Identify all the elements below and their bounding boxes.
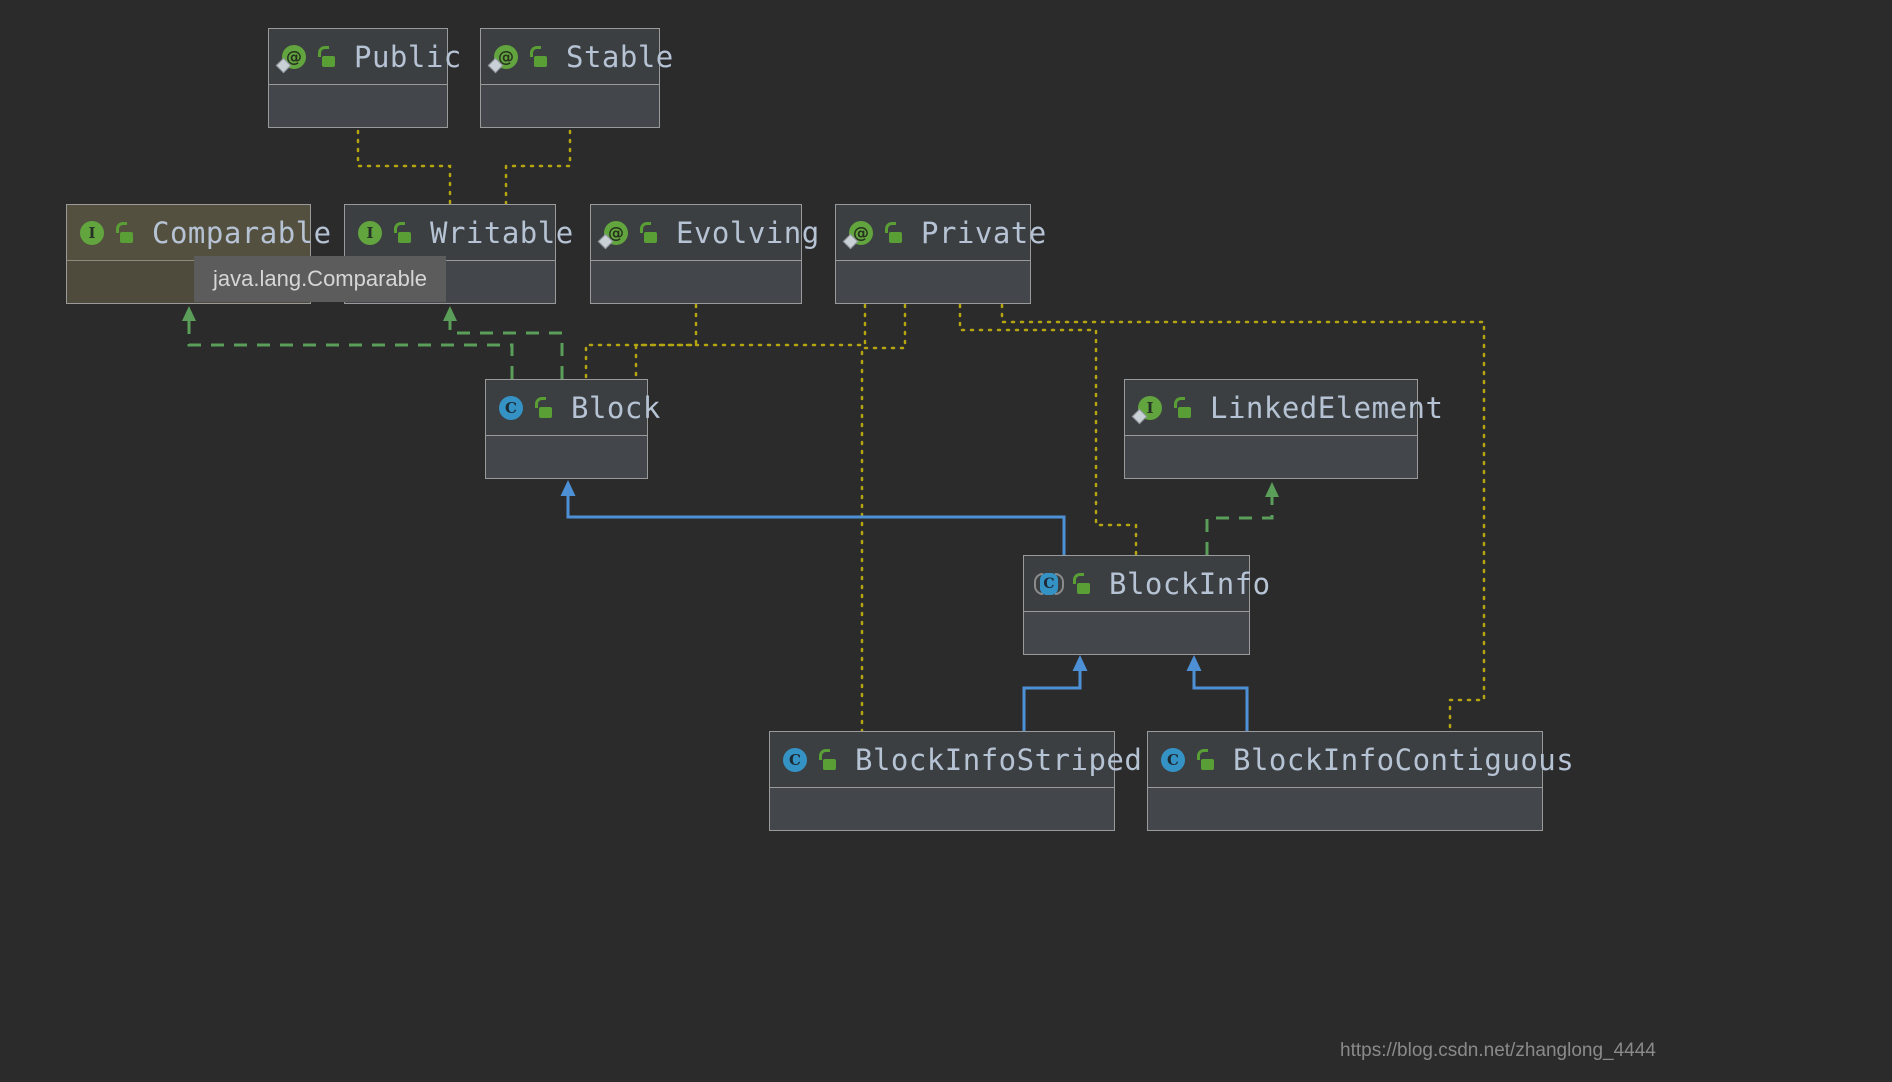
class-icon: C <box>498 395 524 421</box>
class-icon: C <box>1160 747 1186 773</box>
nested-interface-icon: I <box>1131 395 1163 424</box>
uml-node-body <box>269 85 447 127</box>
uml-node-blockinfocontiguous[interactable]: C BlockInfoContiguous <box>1147 731 1574 831</box>
uml-node-header: C BlockInfoStriped <box>770 732 1142 788</box>
uml-node-body <box>770 788 1114 830</box>
unlock-icon <box>392 221 412 244</box>
uml-node-linkedelement[interactable]: I LinkedElement <box>1124 379 1443 479</box>
unlock-icon <box>883 221 903 244</box>
uml-node-body <box>1148 788 1542 830</box>
uml-diagram-canvas[interactable]: @ Public @ Stable I Comparable I Writabl… <box>0 0 1892 1082</box>
uml-node-header: C BlockInfoContiguous <box>1148 732 1574 788</box>
uml-node-label: Private <box>921 215 1047 250</box>
uml-node-blockinfostriped[interactable]: C BlockInfoStriped <box>769 731 1142 831</box>
uml-node-label: Evolving <box>676 215 820 250</box>
uml-node-body <box>591 261 801 303</box>
watermark: https://blog.csdn.net/zhanglong_4444 <box>1340 1040 1656 1061</box>
unlock-icon <box>1071 572 1091 595</box>
unlock-icon <box>316 45 336 68</box>
uml-node-private[interactable]: @ Private <box>835 204 1046 304</box>
uml-node-blockinfo[interactable]: C BlockInfo <box>1023 555 1270 655</box>
uml-node-header: C BlockInfo <box>1024 556 1270 612</box>
uml-node-block[interactable]: C Block <box>485 379 660 479</box>
uml-node-header: @ Evolving <box>591 205 819 261</box>
uml-node-body <box>1024 612 1249 654</box>
unlock-icon <box>1172 396 1192 419</box>
interface-icon: I <box>79 220 105 246</box>
uml-node-header: I Comparable <box>67 205 331 261</box>
unlock-icon <box>638 221 658 244</box>
abstract-class-icon: C <box>1034 571 1064 597</box>
uml-node-body <box>486 436 647 478</box>
uml-node-label: Stable <box>566 39 674 74</box>
uml-node-evolving[interactable]: @ Evolving <box>590 204 819 304</box>
uml-node-header: @ Public <box>269 29 461 85</box>
uml-node-label: Writable <box>430 215 574 250</box>
uml-node-label: Block <box>571 390 661 425</box>
unlock-icon <box>817 748 837 771</box>
uml-node-public[interactable]: @ Public <box>268 28 461 128</box>
uml-node-label: Public <box>354 39 462 74</box>
interface-icon: I <box>357 220 383 246</box>
unlock-icon <box>114 221 134 244</box>
uml-node-label: BlockInfoStriped <box>855 742 1143 777</box>
uml-node-header: @ Stable <box>481 29 673 85</box>
uml-node-label: BlockInfoContiguous <box>1233 742 1575 777</box>
uml-node-label: BlockInfo <box>1109 566 1271 601</box>
uml-node-body <box>1125 436 1417 478</box>
uml-node-label: LinkedElement <box>1210 390 1444 425</box>
uml-node-label: Comparable <box>152 215 332 250</box>
uml-node-header: C Block <box>486 380 660 436</box>
annotation-icon: @ <box>487 44 519 73</box>
tooltip: java.lang.Comparable <box>194 256 447 302</box>
uml-node-header: I Writable <box>345 205 573 261</box>
diagram-edges <box>182 120 1486 733</box>
annotation-icon: @ <box>275 44 307 73</box>
uml-node-header: @ Private <box>836 205 1046 261</box>
unlock-icon <box>1195 748 1215 771</box>
uml-node-body <box>481 85 659 127</box>
unlock-icon <box>533 396 553 419</box>
unlock-icon <box>528 45 548 68</box>
realization-edges <box>182 306 1279 555</box>
uml-node-body <box>836 261 1030 303</box>
annotation-icon: @ <box>842 220 874 249</box>
uml-node-stable[interactable]: @ Stable <box>480 28 673 128</box>
uml-node-header: I LinkedElement <box>1125 380 1443 436</box>
annotation-icon: @ <box>597 220 629 249</box>
class-icon: C <box>782 747 808 773</box>
